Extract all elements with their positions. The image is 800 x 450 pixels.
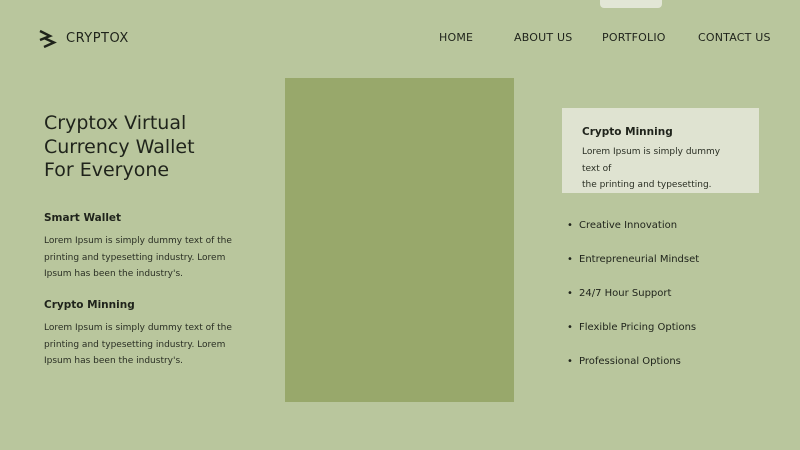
- feature-text-crypto-minning: Lorem Ipsum is simply dummy text of the …: [44, 320, 234, 370]
- top-tab[interactable]: [600, 0, 662, 8]
- text-line: Lorem Ipsum is simply dummy text of: [582, 147, 721, 174]
- text-line: the printing and typesetting.: [582, 180, 712, 190]
- nav-contact-us[interactable]: CONTACT US: [698, 31, 771, 44]
- list-item: • 24/7 Hour Support: [567, 286, 699, 320]
- features-list: • Creative Innovation • Entrepreneurial Mi…: [567, 218, 699, 388]
- text-line: Lorem Ipsum is simply dummy text of the: [44, 236, 232, 246]
- crypto-minning-card: Crypto Minning Lorem Ipsum is simply dum…: [562, 108, 759, 193]
- text-line: Ipsum has been the industry's.: [44, 269, 184, 279]
- text-line: printing and typesetting industry. Lorem: [44, 252, 226, 263]
- hero-title: Cryptox Virtual Currency Wallet For Ever…: [44, 112, 244, 183]
- hero-title-line: Cryptox Virtual: [44, 112, 187, 134]
- list-item-label: 24/7 Hour Support: [579, 288, 672, 299]
- bullet-icon: •: [567, 254, 573, 265]
- brand-name: CRYPTOX: [66, 30, 129, 46]
- card-title: Crypto Minning: [582, 126, 673, 138]
- list-item: • Entrepreneurial Mindset: [567, 252, 699, 286]
- list-item: • Professional Options: [567, 354, 699, 388]
- bullet-icon: •: [567, 220, 573, 231]
- brand-logo[interactable]: CRYPTOX: [38, 28, 129, 48]
- double-chevron-logo-icon: [39, 29, 57, 48]
- bullet-icon: •: [567, 322, 573, 333]
- nav-home[interactable]: HOME: [439, 31, 473, 44]
- bullet-icon: •: [567, 288, 573, 299]
- nav-portfolio[interactable]: PORTFOLIO: [602, 31, 666, 44]
- nav-about-us[interactable]: ABOUT US: [514, 31, 572, 44]
- feature-text-smart-wallet: Lorem Ipsum is simply dummy text of the …: [44, 233, 234, 283]
- list-item-label: Flexible Pricing Options: [579, 322, 697, 333]
- feature-title-smart-wallet: Smart Wallet: [44, 212, 122, 224]
- text-line: Lorem Ipsum is simply dummy text of the: [44, 323, 232, 333]
- feature-title-crypto-minning: Crypto Minning: [44, 299, 135, 311]
- bullet-icon: •: [567, 356, 573, 367]
- hero-title-line: For Everyone: [44, 159, 170, 181]
- text-line: printing and typesetting industry. Lorem: [44, 339, 226, 350]
- text-line: Ipsum has been the industry's.: [44, 356, 184, 366]
- hero-title-line: Currency Wallet: [44, 135, 195, 158]
- list-item-label: Professional Options: [579, 356, 681, 367]
- card-text: Lorem Ipsum is simply dummy text of the …: [582, 144, 739, 194]
- list-item: • Flexible Pricing Options: [567, 320, 699, 354]
- list-item: • Creative Innovation: [567, 218, 699, 252]
- hero-image-placeholder: [285, 78, 514, 402]
- list-item-label: Entrepreneurial Mindset: [579, 254, 700, 265]
- list-item-label: Creative Innovation: [579, 220, 678, 231]
